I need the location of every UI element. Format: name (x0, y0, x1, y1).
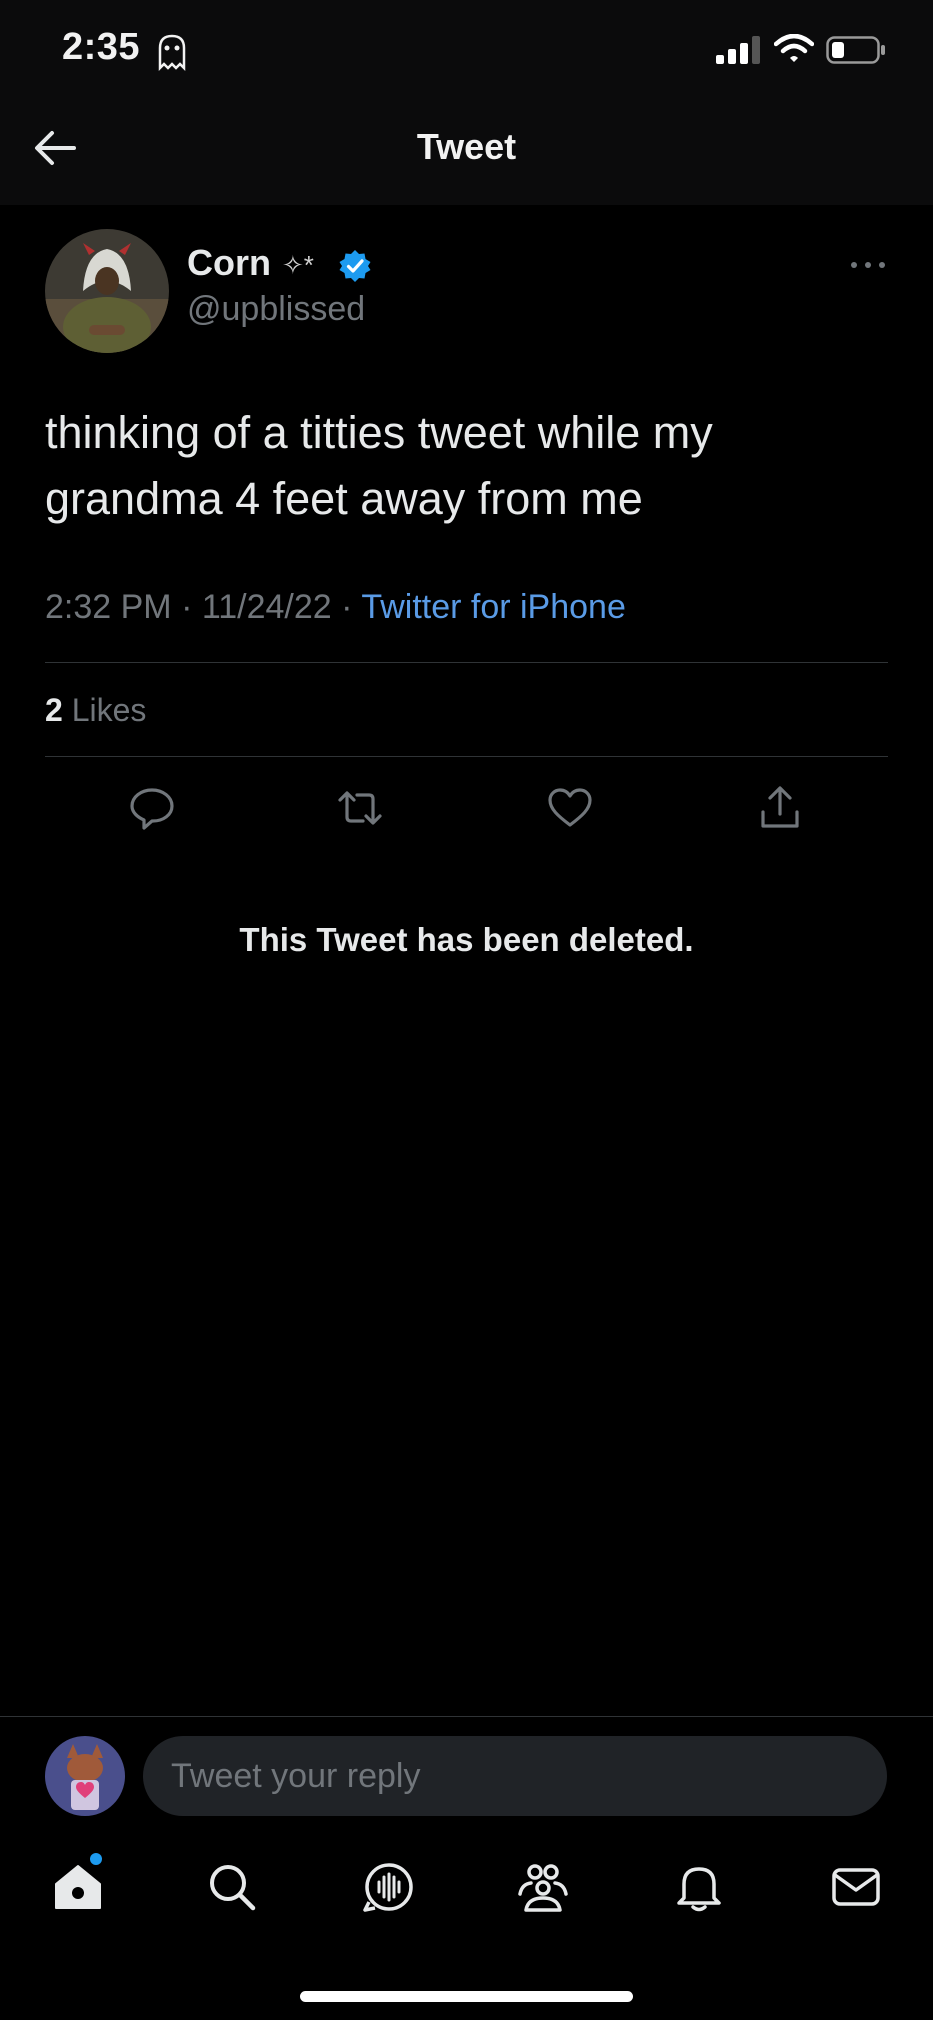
likes-number: 2 (45, 692, 63, 728)
avatar-image (45, 229, 169, 353)
divider (45, 662, 888, 663)
verified-badge-icon (339, 250, 371, 282)
notifications-icon[interactable] (672, 1860, 726, 1914)
user-avatar[interactable] (45, 1736, 125, 1816)
author-display-name[interactable]: Corn (187, 242, 271, 284)
retweet-icon[interactable] (336, 784, 384, 832)
status-time: 2:35 (62, 26, 141, 68)
notification-dot (90, 1853, 102, 1865)
tweet-time: 2:32 PM (45, 588, 172, 626)
divider (45, 756, 888, 757)
ghost-emoji-icon (158, 34, 186, 72)
page-title: Tweet (416, 126, 517, 167)
tweet-text: thinking of a titties tweet while my gra… (45, 407, 713, 524)
user-avatar-image (45, 1736, 125, 1816)
home-icon[interactable] (51, 1860, 105, 1914)
battery-icon (826, 36, 885, 64)
author-avatar[interactable] (45, 229, 169, 353)
reply-input[interactable] (143, 1736, 887, 1816)
tweet-source-link[interactable]: Twitter for iPhone (361, 588, 626, 626)
share-icon[interactable] (756, 784, 804, 832)
communities-icon[interactable] (516, 1860, 570, 1914)
more-options-icon[interactable] (848, 254, 888, 276)
author-handle[interactable]: @upblissed (187, 290, 365, 329)
meta-separator: · (341, 588, 353, 626)
tweet-meta: 2:32 PM · 11/24/22 · Twitter for iPhone (45, 588, 626, 627)
wifi-icon (774, 34, 814, 62)
likes-count[interactable]: 2 Likes (45, 692, 146, 729)
divider (0, 1716, 933, 1717)
home-indicator[interactable] (300, 1991, 633, 2002)
like-icon[interactable] (546, 784, 594, 832)
reply-icon[interactable] (128, 784, 176, 832)
cell-signal-icon (716, 36, 760, 64)
spaces-icon[interactable] (362, 1860, 416, 1914)
meta-separator: · (181, 588, 193, 626)
deleted-notice: This Tweet has been deleted. (239, 921, 694, 958)
messages-icon[interactable] (829, 1860, 883, 1914)
tweet-date: 11/24/22 (201, 588, 332, 626)
likes-label: Likes (71, 692, 147, 728)
author-name-decoration: ✧* (282, 250, 314, 280)
search-icon[interactable] (205, 1860, 259, 1914)
